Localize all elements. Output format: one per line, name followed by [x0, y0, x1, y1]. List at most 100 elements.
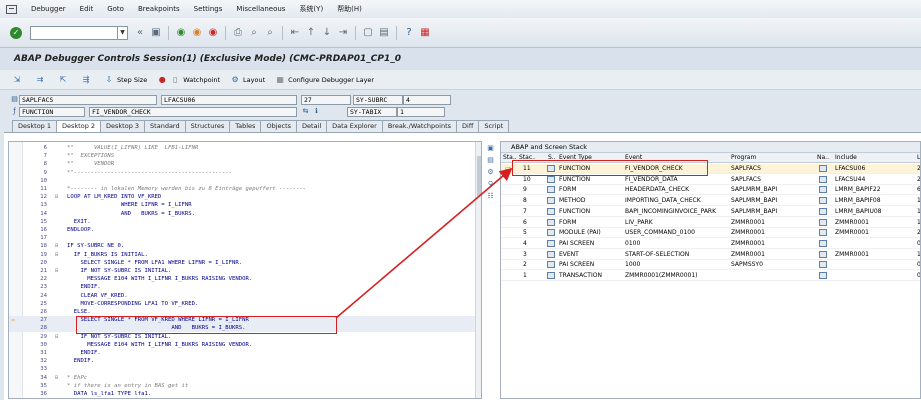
tab-detail[interactable]: Detail [296, 120, 328, 132]
menu-settings[interactable]: Settings [194, 5, 223, 13]
navigate-icon[interactable] [819, 239, 827, 247]
code-line[interactable]: 16 ENDLOOP. [9, 226, 481, 234]
menu-system[interactable]: 系统(Y) [299, 4, 323, 14]
tab-objects[interactable]: Objects [260, 120, 298, 132]
code-line[interactable]: 14 AND BUKRS = I_BUKRS. [9, 210, 481, 218]
shortcut-icon[interactable]: ▤ [378, 27, 390, 39]
col-header[interactable]: Na.. [817, 153, 833, 163]
stack-row[interactable]: 7 FUNCTION BAPI_INCOMINGINVOICE_PARK SAPLMR… [501, 207, 920, 217]
code-line[interactable]: 8 *" VENDOR [9, 160, 481, 168]
tab-standard[interactable]: Standard [144, 120, 186, 132]
exit-icon[interactable]: ◉ [191, 27, 203, 39]
tab-breakpoints[interactable]: Break./Watchpoints [381, 120, 458, 132]
previous-page-icon[interactable]: ↑ [305, 27, 317, 39]
code-line[interactable]: 19 ⊟ IF I_BUKRS IS INITIAL. [9, 251, 481, 259]
include-field[interactable]: LFACSU06 [161, 94, 297, 105]
layout-button[interactable]: ⚙ Layout [230, 75, 265, 85]
filter-icon[interactable]: ⚲ [485, 179, 496, 189]
code-line[interactable]: 25 MOVE-CORRESPONDING LFA1 TO VF_KRED. [9, 300, 481, 308]
tab-desktop-2[interactable]: Desktop 2 [56, 120, 102, 132]
sysubrc-value[interactable]: 4 [403, 94, 451, 105]
stack-row[interactable]: 9 FORM HEADERDATA_CHECK SAPLMRM_BAPI LMRM_BA… [501, 185, 920, 196]
back-icon[interactable]: ◉ [175, 27, 187, 39]
code-line[interactable]: 15 EXIT. [9, 218, 481, 226]
first-page-icon[interactable]: ⇤ [289, 27, 301, 39]
system-menu-icon[interactable] [6, 4, 17, 14]
code-line[interactable]: 13 WHERE LIFNR = I_LIFNR [9, 201, 481, 209]
stack-row[interactable]: 1 TRANSACTION ZMMR0001(ZMMR0001) 0 [501, 271, 920, 281]
goto-source-icon[interactable]: ⇆ [301, 107, 310, 116]
continue-button[interactable]: ⇶ [81, 75, 94, 85]
code-line[interactable]: 20 SELECT SINGLE * FROM LFA1 WHERE LIFNR… [9, 259, 481, 267]
step-size-button[interactable]: ⇩ Step Size [104, 75, 148, 85]
code-line[interactable]: 36 DATA ls_lfa1 TYPE lfa1. [9, 390, 481, 398]
col-header[interactable]: Include [835, 153, 905, 163]
navigate-icon[interactable] [819, 175, 827, 183]
code-line[interactable]: 22 MESSAGE E104 WITH I_LIFNR I_BUKRS RAI… [9, 275, 481, 283]
sytabix-value[interactable]: 1 [397, 106, 445, 117]
navigate-icon[interactable] [819, 261, 827, 269]
tree-icon[interactable]: ☷ [485, 191, 496, 201]
code-line[interactable]: 31 ENDIF. [9, 349, 481, 357]
code-line[interactable]: 35 * if there is an entry in BAS get it [9, 382, 481, 390]
navigate-icon[interactable] [819, 229, 827, 237]
event-type-field[interactable]: FUNCTION [19, 106, 85, 117]
stack-row[interactable]: 5 MODULE (PAI) USER_COMMAND_0100 ZMMR0001 ZM… [501, 228, 920, 239]
tab-desktop-1[interactable]: Desktop 1 [12, 120, 58, 132]
stack-row[interactable]: 3 EVENT START-OF-SELECTION ZMMR0001 ZMMR0001… [501, 250, 920, 260]
info-icon[interactable]: ℹ [312, 107, 321, 116]
navigate-icon[interactable] [819, 218, 827, 226]
menu-miscellaneous[interactable]: Miscellaneous [236, 5, 285, 13]
double-chevron-left-icon[interactable]: « [134, 27, 146, 39]
navigate-icon[interactable] [819, 250, 827, 258]
menu-help[interactable]: 帮助(H) [337, 4, 362, 14]
navigate-icon[interactable] [819, 207, 827, 215]
code-line[interactable]: 30 MESSAGE E104 WITH I_LIFNR I_BUKRS RAI… [9, 341, 481, 349]
layout-switch-icon[interactable]: ▤ [485, 155, 496, 165]
display-icon[interactable]: ▣ [485, 143, 496, 153]
fold-marker[interactable]: ⊟ [55, 251, 63, 259]
navigate-icon[interactable] [819, 272, 827, 279]
find-next-icon[interactable]: ⌕ [264, 27, 276, 39]
execute-button[interactable]: ⇉ [35, 75, 48, 85]
settings-icon[interactable]: ⚙ [485, 167, 496, 177]
event-field[interactable]: FI_VENDOR_CHECK [89, 106, 297, 117]
code-line[interactable]: 11 *-------- in lokalen Memory werden bis… [9, 185, 481, 193]
menu-goto[interactable]: Goto [107, 5, 124, 13]
code-line[interactable]: 21 ⊟ IF NOT SY-SUBRC IS INITIAL. [9, 267, 481, 275]
print-icon[interactable]: ⎙ [232, 27, 244, 39]
tab-diff[interactable]: Diff [456, 120, 480, 132]
fold-marker[interactable]: ⊟ [55, 193, 63, 201]
stack-row[interactable]: 2 PAI SCREEN 1000 SAPMSSY0 0 [501, 260, 920, 271]
tab-data-explorer[interactable]: Data Explorer [326, 120, 383, 132]
code-line[interactable]: 34 ⊟ * EhPc [9, 374, 481, 382]
line-field[interactable]: 27 [301, 94, 351, 105]
stack-row[interactable]: 6 FORM LIV_PARK ZMMR0001 ZMMR0001 1, [501, 218, 920, 228]
code-line[interactable]: 24 CLEAR VF_KRED. [9, 292, 481, 300]
code-line[interactable]: 23 ENDIF. [9, 283, 481, 291]
help-icon[interactable]: ? [403, 27, 415, 39]
tab-script[interactable]: Script [478, 120, 510, 132]
code-line[interactable]: 33 [9, 365, 481, 373]
customize-layout-icon[interactable]: ▦ [419, 27, 431, 39]
fold-marker[interactable]: ⊟ [55, 242, 63, 250]
next-page-icon[interactable]: ↓ [321, 27, 333, 39]
stack-row[interactable]: 8 METHOD IMPORTING_DATA_CHECK SAPLMRM_BAPI L… [501, 196, 920, 207]
fold-marker[interactable]: ⊟ [55, 333, 63, 341]
navigate-icon[interactable] [819, 186, 827, 194]
tab-tables[interactable]: Tables [229, 120, 262, 132]
watchpoint-button[interactable]: ● ▯ Watchpoint [157, 75, 220, 85]
code-line[interactable]: 10 [9, 177, 481, 185]
scrollbar-thumb[interactable] [477, 156, 481, 196]
code-line[interactable]: 26 ELSE. [9, 308, 481, 316]
chevron-down-icon[interactable]: ▼ [117, 26, 127, 39]
code-line[interactable]: 32 ENDIF. [9, 357, 481, 365]
code-line[interactable]: 17 [9, 234, 481, 242]
col-header[interactable]: Li [917, 153, 920, 163]
program-field[interactable]: SAPLFACS [19, 94, 157, 105]
find-icon[interactable]: ⌕ [248, 27, 260, 39]
code-line[interactable]: 6 *" VALUE(I_LIFNR) LIKE LFB1-LIFNR [9, 144, 481, 152]
menu-breakpoints[interactable]: Breakpoints [138, 5, 180, 13]
command-field[interactable]: ▼ [30, 25, 128, 40]
last-page-icon[interactable]: ⇥ [337, 27, 349, 39]
